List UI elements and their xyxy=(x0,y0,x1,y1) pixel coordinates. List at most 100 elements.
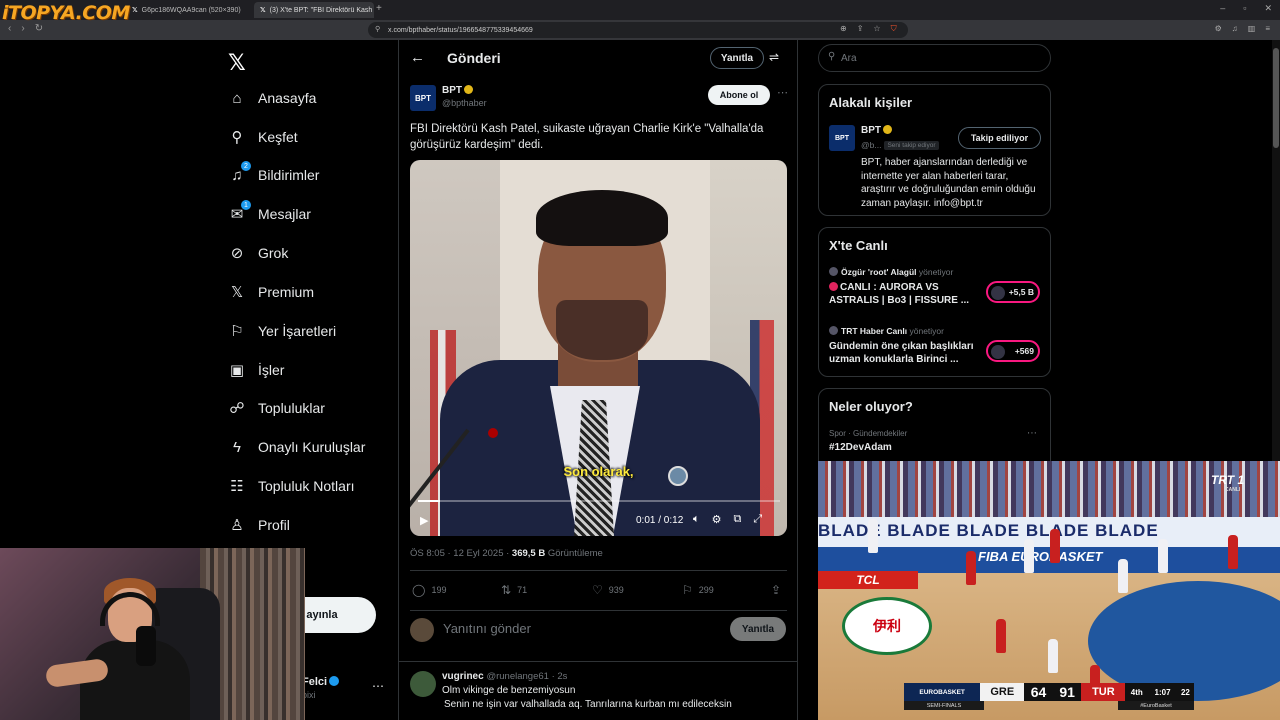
minimize-icon[interactable]: – xyxy=(1220,3,1225,14)
sidebar-item-premium[interactable]: 𝕏 Premium xyxy=(228,278,314,306)
sidebar-item-communities[interactable]: ☍ Topluluklar xyxy=(228,394,325,422)
like-action[interactable]: ♡ 939 xyxy=(592,583,624,597)
video-progress-bar[interactable] xyxy=(418,500,780,502)
live-space-item[interactable]: Özgür 'root' Alagül yönetiyor CANLI : AU… xyxy=(829,267,1043,306)
tab-label: (3) X'te BPT: "FBI Direktörü Kash xyxy=(269,6,373,14)
reply-action[interactable]: ◯ 199 xyxy=(412,583,446,597)
trend-category: Spor · Gündemdekiler xyxy=(829,429,908,438)
live-space-item[interactable]: TRT Haber Canlı yönetiyor Gündemin öne ç… xyxy=(829,326,1043,365)
video-person-beard xyxy=(556,300,648,360)
share-action[interactable]: ⇪ xyxy=(771,583,781,597)
x-favicon-icon: 𝕏 xyxy=(260,7,266,14)
reply-header-button[interactable]: Yanıtla xyxy=(710,47,764,69)
sidebar-item-explore[interactable]: ⚲ Keşfet xyxy=(228,123,298,151)
maximize-icon[interactable]: ▫ xyxy=(1243,3,1246,14)
media-icon[interactable]: ♫ xyxy=(1232,24,1238,33)
following-button[interactable]: Takip ediliyor xyxy=(958,127,1041,149)
live-listener-count[interactable]: +5,5 B xyxy=(986,281,1040,303)
subscribe-button[interactable]: Abone ol xyxy=(708,85,770,105)
new-tab-icon[interactable]: + xyxy=(376,3,382,14)
sidebar-item-community-notes[interactable]: ☷ Topluluk Notları xyxy=(228,472,355,500)
search-input[interactable]: ⚲ Ara xyxy=(818,44,1051,72)
reply-author[interactable]: vugrinec @runelange61 · 2s xyxy=(442,671,567,682)
tab-label: G6pc186WQAA9can (520×390) xyxy=(141,6,241,14)
tweet-timestamp[interactable]: ÖS 8:05 · 12 Eyl 2025 · xyxy=(410,548,512,559)
fullscreen-icon[interactable]: ⤢ xyxy=(753,513,762,526)
video-player[interactable]: Son olarak, ▶ 0:01 / 0:12 🔈︎ ⚙ ⧉ ⤢ xyxy=(410,160,787,536)
extensions-icon[interactable]: ⚙ xyxy=(1215,24,1222,33)
more-icon[interactable]: ⋯ xyxy=(777,86,788,99)
site-info-icon[interactable]: ⚲ xyxy=(375,25,380,33)
live-listener-count[interactable]: +569 xyxy=(986,340,1040,362)
bookmark-action[interactable]: ⚐ 299 xyxy=(682,583,714,597)
avatar[interactable]: BPT xyxy=(829,125,855,151)
sidebar-item-jobs[interactable]: ▣ İşler xyxy=(228,356,285,384)
verified-org-icon xyxy=(464,85,473,94)
star-icon[interactable]: ☆ xyxy=(873,24,880,34)
volume-icon[interactable]: 🔈︎ xyxy=(693,513,700,526)
brave-shield-icon[interactable]: ⛉ xyxy=(891,24,897,34)
author-handle[interactable]: @bpthaber xyxy=(442,98,487,108)
home-score: 64 xyxy=(1030,684,1047,700)
sidebar-item-messages[interactable]: ✉ 1 Mesajlar xyxy=(228,200,311,228)
sidebar-item-bookmarks[interactable]: ⚐ Yer İşaretleri xyxy=(228,317,336,345)
filter-icon[interactable]: ⇌ xyxy=(769,50,779,64)
live-dot-icon xyxy=(829,282,838,291)
url-field[interactable]: ⚲ x.com/bpthaber/status/1966548775339454… xyxy=(368,22,908,38)
away-score: 91 xyxy=(1059,684,1075,700)
sponsor-logo: TCL xyxy=(818,571,918,589)
video-microphone-head xyxy=(488,428,498,438)
player xyxy=(996,619,1006,653)
sidebar-item-verified-orgs[interactable]: ϟ Onaylı Kuruluşlar xyxy=(228,433,365,461)
search-icon: ⚲ xyxy=(828,51,836,62)
author-name[interactable]: BPT xyxy=(442,85,473,96)
reply-tweet[interactable]: vugrinec @runelange61 · 2s Olm vikinge d… xyxy=(399,661,798,720)
close-icon[interactable]: ✕ xyxy=(1264,3,1272,14)
avatar xyxy=(991,286,1005,300)
reply-input[interactable]: Yanıtını gönder xyxy=(443,621,531,636)
search-placeholder: Ara xyxy=(841,53,857,64)
browser-tab-active[interactable]: 𝕏 (3) X'te BPT: "FBI Direktörü Kash xyxy=(254,2,374,18)
sidebar-item-profile[interactable]: ♙ Profil xyxy=(228,511,290,539)
related-people-card: Alakalı kişiler BPT BPT @b... Seni takip … xyxy=(818,84,1051,216)
more-icon[interactable]: ⋯ xyxy=(1027,428,1037,439)
play-icon[interactable]: ▶ xyxy=(420,514,428,527)
reply-submit-button[interactable]: Yanıtla xyxy=(730,617,786,641)
share-icon[interactable]: ⇪ xyxy=(857,24,864,34)
scrollbar-thumb[interactable] xyxy=(1273,48,1279,148)
page-title: Gönderi xyxy=(447,50,501,66)
sidebar-item-label: Topluluklar xyxy=(258,400,325,416)
sidebar-item-label: Topluluk Notları xyxy=(258,478,355,494)
pip-icon[interactable]: ⧉ xyxy=(733,513,741,526)
url-text: x.com/bpthaber/status/196654877533945466… xyxy=(388,26,533,34)
related-bio: BPT, haber ajanslarından derlediği ve in… xyxy=(861,157,1036,209)
sidebar-item-notifications[interactable]: ♫ 2 Bildirimler xyxy=(228,161,319,189)
sidebar-item-grok[interactable]: ⊘ Grok xyxy=(228,239,289,267)
menu-icon[interactable]: ≡ xyxy=(1265,24,1270,33)
sidebar-item-home[interactable]: ⌂ Anasayfa xyxy=(228,84,316,112)
search-icon: ⚲ xyxy=(231,129,243,146)
settings-icon[interactable]: ⚙ xyxy=(712,513,722,526)
repost-action[interactable]: ⇅ 71 xyxy=(501,583,527,597)
player xyxy=(1024,539,1034,573)
avatar[interactable] xyxy=(410,671,436,697)
home-team: GRE xyxy=(980,683,1025,701)
x-logo-icon[interactable]: 𝕏 xyxy=(228,50,246,76)
related-name[interactable]: BPT xyxy=(861,125,892,136)
sidebar-icon[interactable]: ▥ xyxy=(1248,24,1256,33)
forward-icon[interactable]: › xyxy=(21,23,24,34)
reload-icon[interactable]: ↻ xyxy=(35,23,43,34)
webcam-microphone xyxy=(136,626,156,666)
zoom-icon[interactable]: ⊕ xyxy=(840,24,847,34)
more-icon[interactable]: ⋯ xyxy=(372,679,384,693)
browser-tab-image[interactable]: 𝕏 G6pc186WQAA9can (520×390) xyxy=(126,2,250,18)
post-header: ← Gönderi Yanıtla ⇌ xyxy=(399,40,798,78)
trend-hashtag[interactable]: #12DevAdam xyxy=(829,442,892,453)
back-icon[interactable]: ‹ xyxy=(8,23,11,34)
window-controls: – ▫ ✕ xyxy=(1220,3,1272,14)
related-handle: @b... Seni takip ediyor xyxy=(861,140,939,150)
reply-composer: Yanıtını gönder Yanıtla xyxy=(399,603,798,663)
avatar[interactable]: BPT xyxy=(410,85,436,111)
repost-icon: ⇅ xyxy=(501,583,512,597)
back-arrow-icon[interactable]: ← xyxy=(410,49,425,66)
